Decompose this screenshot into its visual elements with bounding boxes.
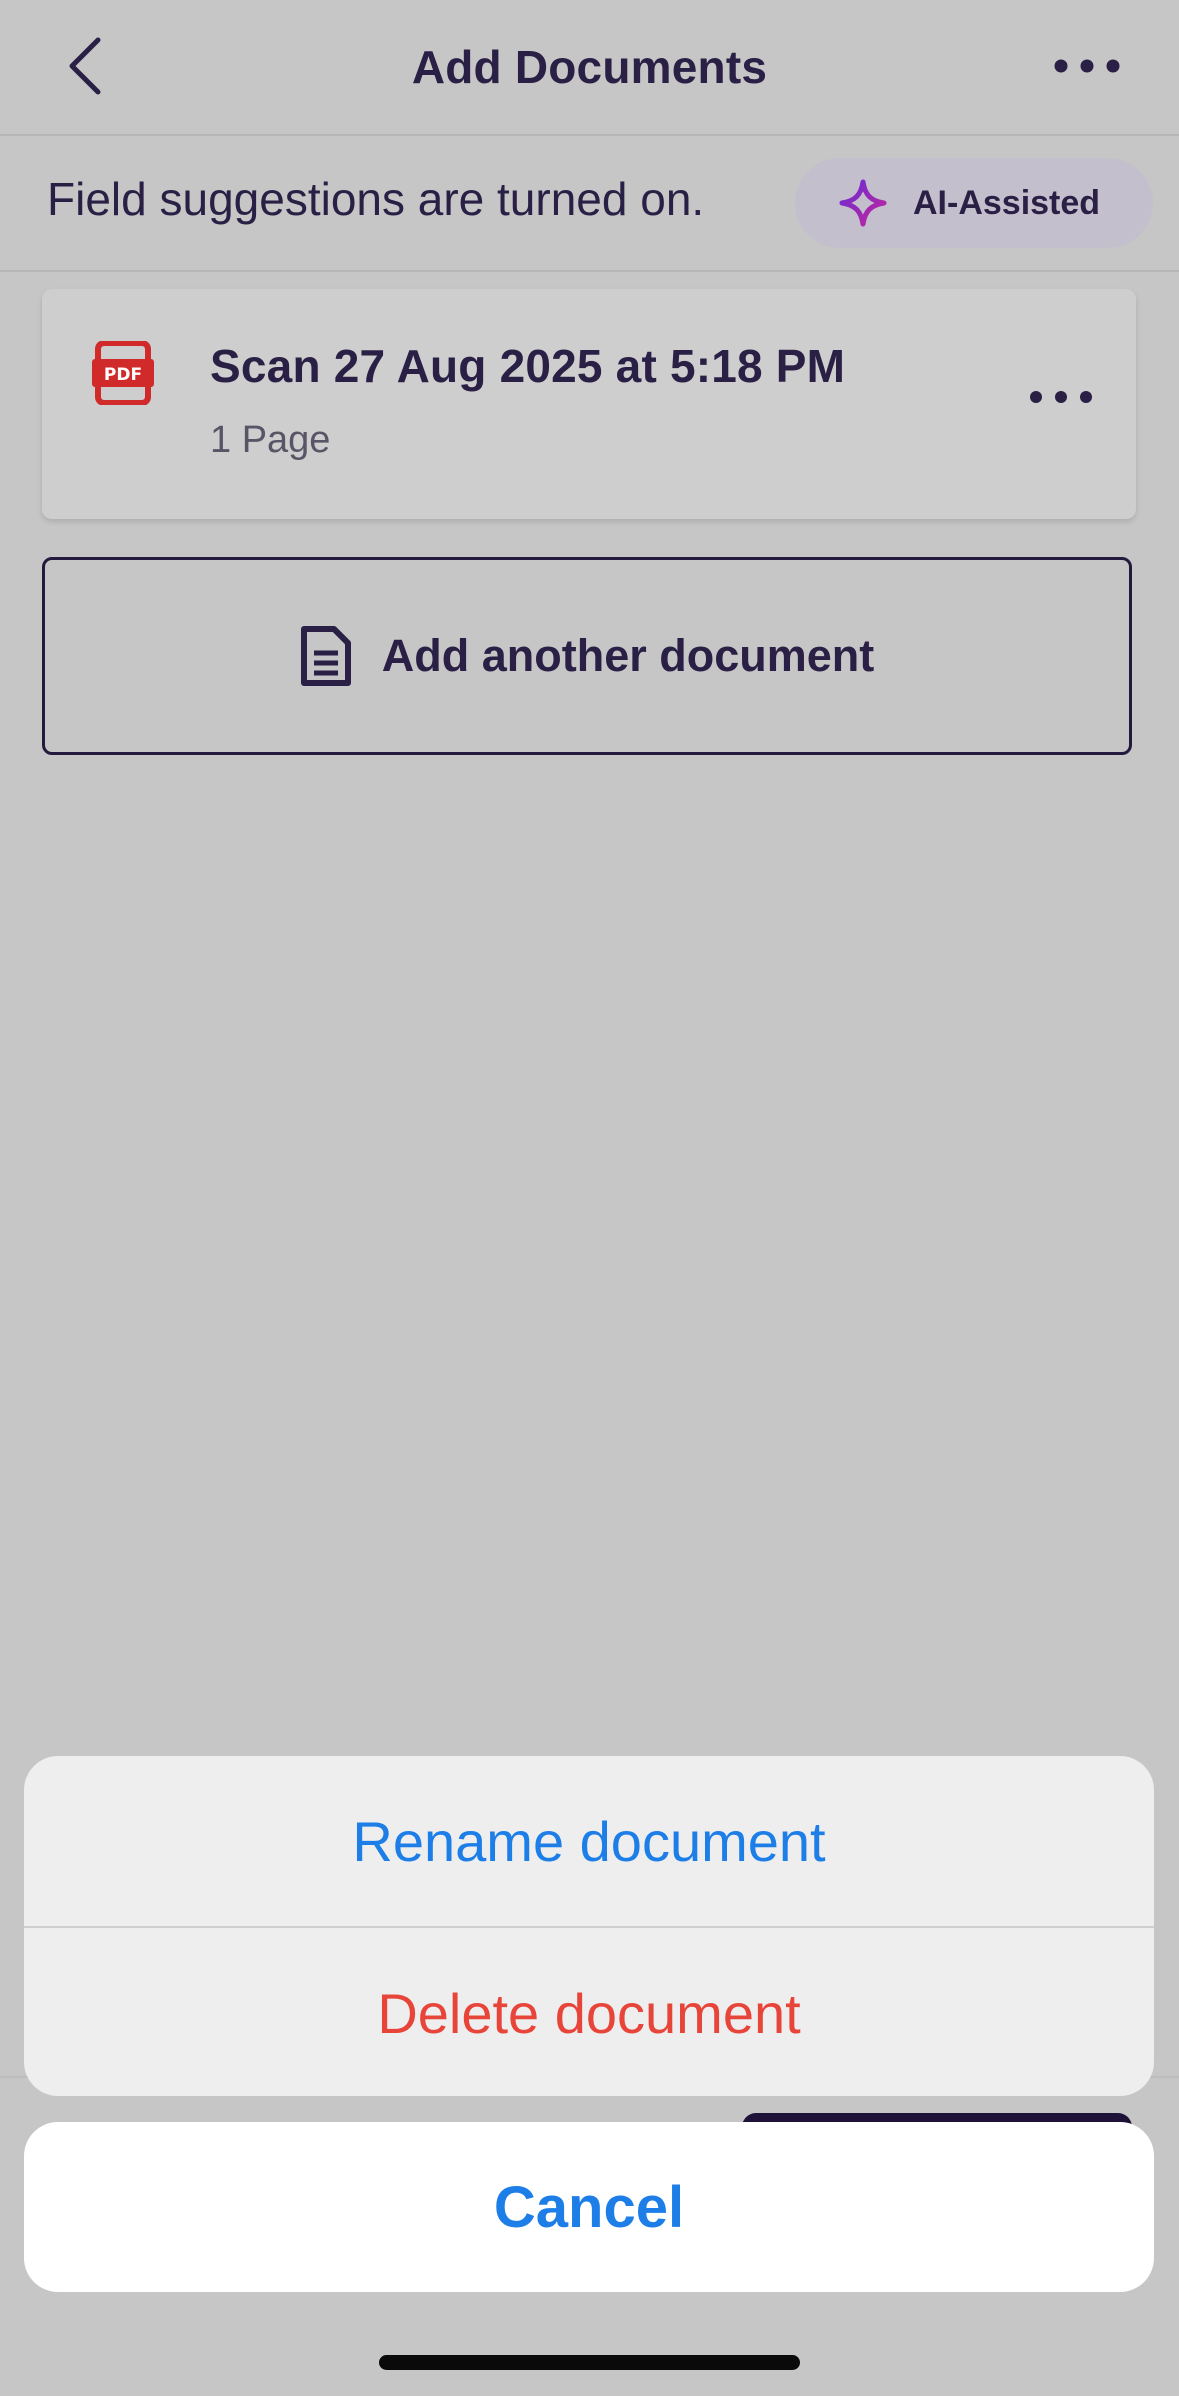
banner-text: Field suggestions are turned on. <box>47 173 705 225</box>
ai-assisted-badge[interactable]: AI-Assisted <box>795 158 1153 248</box>
delete-document-button[interactable]: Delete document <box>24 1928 1154 2096</box>
navigation-bar: Add Documents <box>0 0 1179 136</box>
more-horizontal-icon <box>1030 391 1092 403</box>
chevron-left-icon <box>69 37 101 95</box>
add-another-document-button[interactable]: Add another document <box>42 557 1132 755</box>
document-page-count: 1 Page <box>210 419 331 461</box>
home-indicator[interactable] <box>379 2355 800 2370</box>
pdf-icon: PDF <box>92 341 154 405</box>
document-card[interactable]: PDF Scan 27 Aug 2025 at 5:18 PM 1 Page <box>42 289 1136 519</box>
document-title: Scan 27 Aug 2025 at 5:18 PM <box>210 340 846 392</box>
action-sheet: Rename document Delete document <box>24 1756 1154 2096</box>
cancel-button[interactable]: Cancel <box>24 2122 1154 2292</box>
ai-assisted-label: AI-Assisted <box>913 183 1101 222</box>
more-options-button[interactable] <box>1053 42 1121 90</box>
more-horizontal-icon <box>1054 59 1120 73</box>
document-more-button[interactable] <box>1026 375 1096 419</box>
svg-text:PDF: PDF <box>104 365 142 385</box>
page-title: Add Documents <box>411 41 768 93</box>
document-icon <box>300 626 351 686</box>
rename-document-button[interactable]: Rename document <box>24 1756 1154 1926</box>
sparkle-icon <box>839 179 887 227</box>
ai-suggestion-banner: Field suggestions are turned on. AI-Assi… <box>0 136 1179 272</box>
add-another-document-label: Add another document <box>381 630 875 681</box>
back-button[interactable] <box>52 34 116 98</box>
